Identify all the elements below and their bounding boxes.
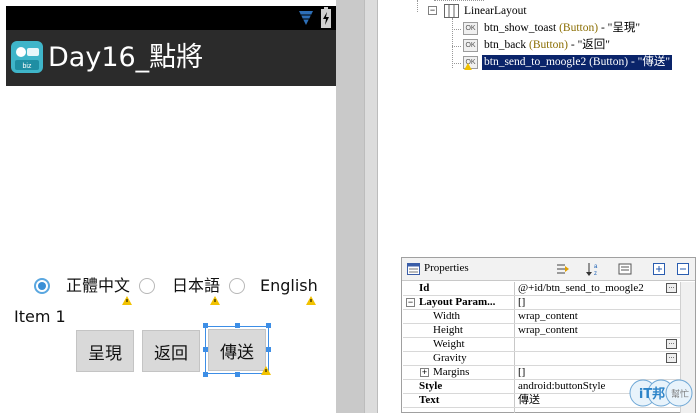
- property-name: Text: [419, 394, 440, 406]
- property-value[interactable]: 傳送: [518, 394, 540, 407]
- ellipsis-button[interactable]: ...: [666, 283, 677, 293]
- widget-id: btn_send_to_moogle2: [484, 56, 587, 68]
- tree-item-btn-send-to-moogle2[interactable]: btn_send_to_moogle2 (Button) - "傳送": [482, 55, 673, 70]
- svg-text:biz: biz: [23, 63, 32, 70]
- collapse-all-icon[interactable]: [676, 262, 690, 276]
- back-button[interactable]: 返回: [142, 330, 200, 372]
- widget-id: btn_back: [484, 39, 527, 51]
- svg-text:a: a: [594, 264, 598, 270]
- expand-icon[interactable]: +: [420, 368, 429, 377]
- property-name: Gravity: [433, 352, 467, 364]
- button-widget-icon: OK: [463, 39, 478, 52]
- property-name: Id: [419, 282, 430, 294]
- wifi-icon: [299, 11, 313, 25]
- property-name: Weight: [433, 338, 465, 350]
- properties-title: Properties: [424, 262, 469, 274]
- tree-guide: [434, 0, 484, 2]
- property-row-weight[interactable]: Weight ...: [403, 338, 680, 352]
- tree-guide: [452, 46, 461, 48]
- warning-icon: [261, 366, 271, 375]
- warning-icon: [210, 296, 220, 305]
- properties-view-icon: [407, 263, 420, 275]
- resize-handle[interactable]: [266, 347, 271, 352]
- panel-splitter[interactable]: [364, 0, 378, 413]
- app-title: Day16_點將: [48, 42, 204, 73]
- warning-icon: [122, 296, 132, 305]
- resize-handle[interactable]: [203, 372, 208, 377]
- widget-text: - "返回": [570, 39, 610, 51]
- radio-label-english: English: [260, 276, 318, 295]
- property-row-height[interactable]: Height wrap_content: [403, 324, 680, 338]
- widget-type: (Button): [559, 22, 599, 34]
- svg-text:z: z: [594, 271, 597, 276]
- property-value[interactable]: []: [518, 296, 525, 309]
- property-row-id[interactable]: Id @+id/btn_send_to_moogle2 ...: [403, 282, 680, 296]
- ellipsis-button[interactable]: ...: [666, 339, 677, 349]
- resize-handle[interactable]: [266, 323, 271, 328]
- resize-handle[interactable]: [203, 323, 208, 328]
- collapse-icon[interactable]: −: [428, 6, 437, 15]
- battery-icon: [321, 7, 331, 28]
- widget-type: (Button): [529, 39, 569, 51]
- property-name: Width: [433, 310, 461, 322]
- radio-label-traditional-chinese: 正體中文: [66, 276, 131, 295]
- widget-text: - "呈現": [600, 22, 641, 34]
- show-toast-button[interactable]: 呈現: [76, 330, 134, 372]
- property-name: Layout Param...: [419, 296, 496, 308]
- tree-guide: [452, 63, 461, 65]
- property-row-layout-params[interactable]: − Layout Param... []: [403, 296, 680, 310]
- property-row-gravity[interactable]: Gravity ...: [403, 352, 680, 366]
- ithome-watermark-logo: iT邦 幫忙: [629, 379, 693, 407]
- property-value[interactable]: wrap_content: [518, 324, 578, 337]
- ellipsis-button[interactable]: ...: [666, 353, 677, 363]
- tree-item-btn-show-toast[interactable]: btn_show_toast (Button) - "呈現": [484, 21, 640, 36]
- radio-label-japanese: 日本語: [172, 276, 221, 295]
- tree-guide: [452, 29, 461, 31]
- tree-item-btn-back[interactable]: btn_back (Button) - "返回": [484, 38, 610, 53]
- tree-guide: [417, 0, 419, 12]
- selection-box: [205, 326, 269, 374]
- expand-all-icon[interactable]: [652, 262, 666, 276]
- radio-traditional-chinese[interactable]: [34, 278, 50, 294]
- property-name: Style: [419, 380, 443, 392]
- warning-icon: [464, 63, 472, 70]
- property-name: Margins: [433, 366, 470, 378]
- app-launcher-icon: biz: [11, 41, 43, 73]
- tree-item-linearlayout[interactable]: LinearLayout: [464, 4, 527, 19]
- property-name: Height: [433, 324, 463, 336]
- resize-handle[interactable]: [235, 372, 240, 377]
- show-advanced-properties-icon[interactable]: [556, 262, 570, 276]
- widget-id: btn_show_toast: [484, 22, 557, 34]
- property-value[interactable]: wrap_content: [518, 310, 578, 323]
- widget-type: (Button): [589, 56, 629, 68]
- sort-az-icon[interactable]: a z: [586, 262, 600, 276]
- canvas-background: [336, 0, 364, 413]
- linear-layout-icon: [444, 4, 459, 18]
- radio-japanese[interactable]: [139, 278, 155, 294]
- watermark-line2: 幫忙: [671, 388, 689, 400]
- collapse-icon[interactable]: −: [406, 298, 415, 307]
- button-widget-icon: OK: [463, 22, 478, 35]
- resize-handle[interactable]: [203, 347, 208, 352]
- radio-english[interactable]: [229, 278, 245, 294]
- property-value[interactable]: android:buttonStyle: [518, 380, 605, 393]
- property-value[interactable]: []: [518, 366, 525, 379]
- warning-icon: [306, 296, 316, 305]
- property-value[interactable]: @+id/btn_send_to_moogle2: [518, 282, 644, 295]
- resize-handle[interactable]: [235, 323, 240, 328]
- watermark-line1: iT邦: [639, 386, 665, 402]
- status-bar: [6, 6, 336, 30]
- view-menu-icon[interactable]: [618, 262, 632, 276]
- property-row-width[interactable]: Width wrap_content: [403, 310, 680, 324]
- widget-text: - "傳送": [630, 56, 671, 68]
- item-text: Item 1: [14, 307, 66, 326]
- tree-guide: [452, 18, 454, 68]
